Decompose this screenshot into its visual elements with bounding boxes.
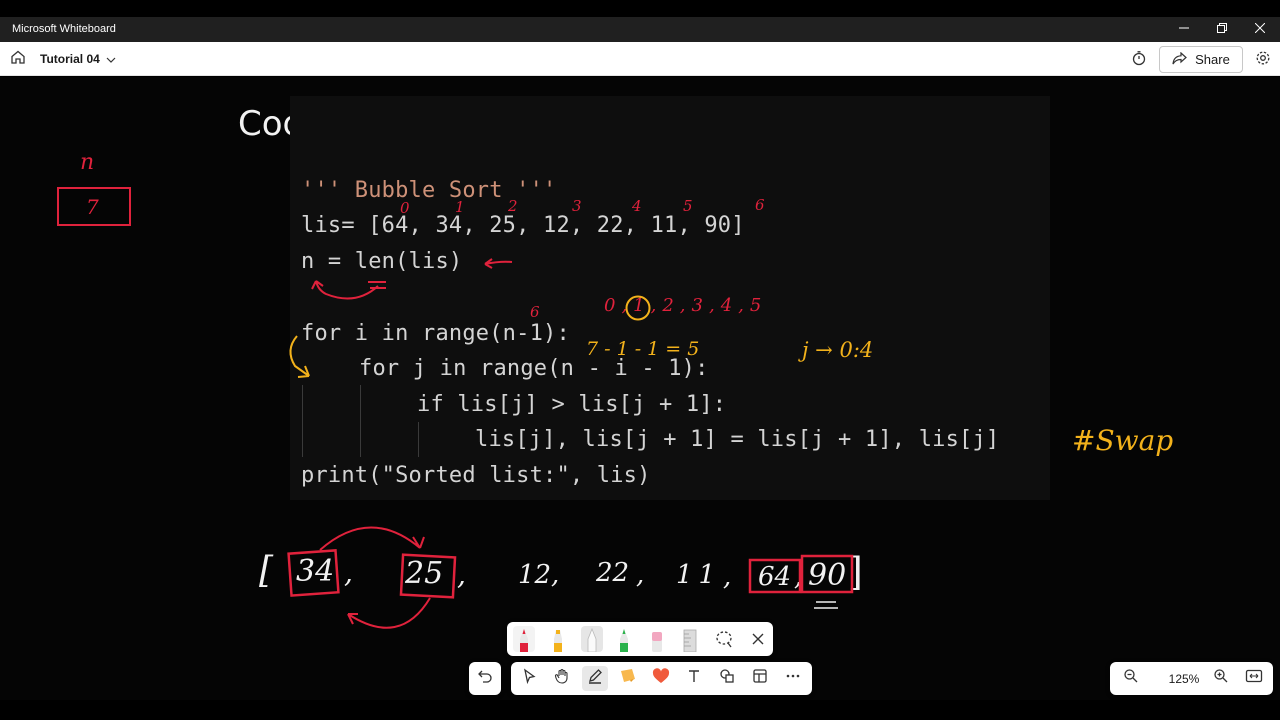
index-4: 4 xyxy=(632,197,642,215)
undo-group xyxy=(469,662,501,695)
arrow-to-len xyxy=(484,258,513,269)
hand-icon xyxy=(554,668,570,689)
eraser-icon[interactable] xyxy=(646,626,668,652)
restore-icon xyxy=(1217,23,1227,36)
close-window-button[interactable] xyxy=(1241,17,1279,42)
share-icon xyxy=(1172,51,1188,68)
restore-button[interactable] xyxy=(1203,17,1241,42)
swap-note: #Swap xyxy=(1072,424,1174,457)
board-title: Tutorial 04 xyxy=(40,52,100,66)
code-list-assign: lis= [64, 34, 25, 12, 22, 11, 90] xyxy=(301,213,745,238)
red-pen-icon[interactable] xyxy=(513,626,535,652)
indent-guide xyxy=(302,385,303,457)
undo-icon xyxy=(477,668,493,689)
index-1: 1 xyxy=(455,198,465,216)
pen-tray xyxy=(507,622,773,656)
n-loop-arrow xyxy=(311,280,386,300)
chevron-down-icon xyxy=(106,52,116,66)
close-tray-button[interactable] xyxy=(747,628,769,654)
fit-to-screen-button[interactable] xyxy=(1241,666,1267,691)
indent-guide xyxy=(360,385,361,457)
shapes-button[interactable] xyxy=(714,666,740,691)
green-pen-icon[interactable] xyxy=(613,626,635,652)
more-icon xyxy=(785,668,801,689)
tools-group xyxy=(511,662,812,695)
loop-arrow xyxy=(289,335,310,378)
n-label: n xyxy=(80,150,95,175)
main-toolbar xyxy=(469,662,812,695)
ink-tool-button[interactable] xyxy=(582,666,608,691)
app-bar: Tutorial 04 Share xyxy=(0,42,1280,76)
sticky-note-button[interactable] xyxy=(615,666,641,691)
indent-guide xyxy=(418,422,419,457)
app-title: Microsoft Whiteboard xyxy=(12,23,116,35)
index-6: 6 xyxy=(755,196,765,214)
shapes-icon xyxy=(719,668,735,689)
pointer-icon xyxy=(521,668,537,689)
undo-button[interactable] xyxy=(472,666,498,691)
code-outer-loop: for i in range(n-1): xyxy=(301,321,570,346)
home-button[interactable] xyxy=(6,47,30,71)
reactions-button[interactable] xyxy=(648,666,674,691)
text-tool-button[interactable] xyxy=(681,666,707,691)
gear-icon xyxy=(1255,50,1271,71)
index-2: 2 xyxy=(508,197,518,215)
more-button[interactable] xyxy=(780,666,806,691)
timer-button[interactable] xyxy=(1128,49,1150,71)
array-open-bracket: [ xyxy=(259,550,274,591)
minimize-button[interactable] xyxy=(1165,17,1203,42)
zoom-out-button[interactable] xyxy=(1118,666,1144,691)
index-0: 0 xyxy=(400,199,410,217)
code-swap: lis[j], lis[j + 1] = lis[j + 1], lis[j] xyxy=(475,427,1000,452)
pen-icon xyxy=(587,668,603,689)
heart-icon xyxy=(652,668,670,689)
zoom-level[interactable]: 125% xyxy=(1160,672,1208,686)
close-icon xyxy=(1254,22,1266,36)
six-note: 6 xyxy=(530,303,540,321)
text-icon xyxy=(686,668,702,689)
zoom-out-icon xyxy=(1123,668,1139,689)
zoom-in-button[interactable] xyxy=(1208,666,1234,691)
j-range-note: j → 0:4 xyxy=(802,338,874,362)
i-range-circle xyxy=(625,295,651,321)
share-label: Share xyxy=(1195,52,1230,67)
fit-screen-icon xyxy=(1245,668,1263,689)
share-button[interactable]: Share xyxy=(1159,46,1243,73)
close-icon xyxy=(747,633,769,654)
code-comment: ''' Bubble Sort ''' xyxy=(301,178,557,203)
index-5: 5 xyxy=(683,197,693,215)
zoom-bar: 125% xyxy=(1110,662,1273,695)
n-value: 7 xyxy=(86,195,99,219)
board-title-menu[interactable]: Tutorial 04 xyxy=(40,52,116,66)
code-if: if lis[j] > lis[j + 1]: xyxy=(417,392,727,417)
index-3: 3 xyxy=(572,197,582,215)
lasso-select-icon[interactable] xyxy=(713,628,735,654)
settings-button[interactable] xyxy=(1252,49,1274,71)
minimize-icon xyxy=(1179,23,1189,36)
zoom-in-icon xyxy=(1213,668,1229,689)
select-tool-button[interactable] xyxy=(516,666,542,691)
ruler-icon[interactable] xyxy=(679,626,701,653)
white-pen-icon[interactable] xyxy=(581,626,603,653)
timer-icon xyxy=(1131,50,1147,71)
pan-tool-button[interactable] xyxy=(549,666,575,691)
templates-icon xyxy=(752,668,768,689)
code-len-assign: n = len(lis) xyxy=(301,249,463,274)
calc-note: 7 - 1 - 1 = 5 xyxy=(586,338,700,360)
home-icon xyxy=(10,49,26,70)
sticky-note-icon xyxy=(619,667,637,690)
code-print: print("Sorted list:", lis) xyxy=(301,463,651,488)
title-bar: Microsoft Whiteboard xyxy=(0,17,1280,42)
yellow-highlighter-icon[interactable] xyxy=(547,626,569,652)
templates-button[interactable] xyxy=(747,666,773,691)
